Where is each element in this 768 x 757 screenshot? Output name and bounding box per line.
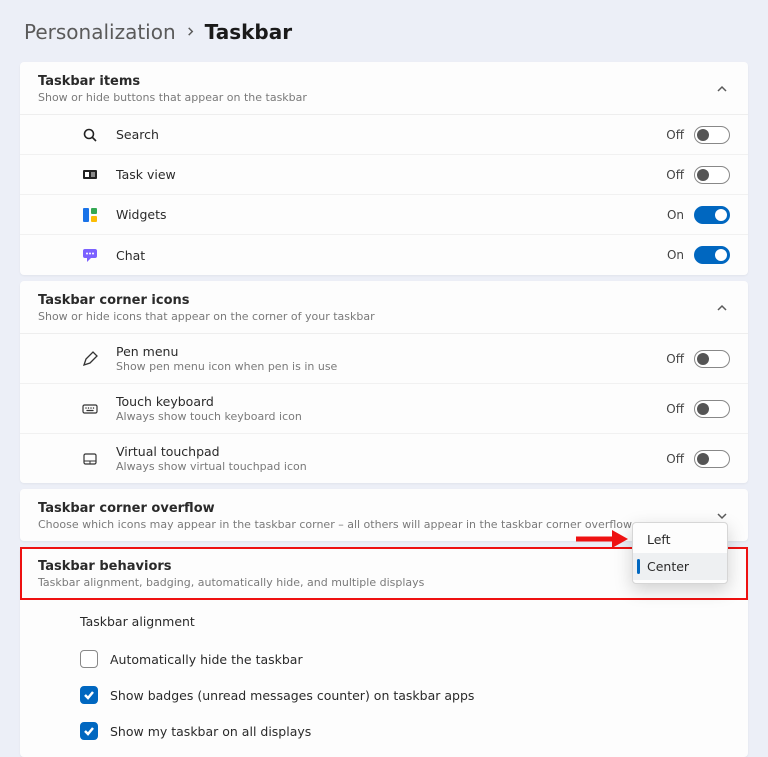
checkbox-label: Show my taskbar on all displays [110,724,311,739]
row-all-displays: Show my taskbar on all displays [20,713,748,749]
section-corner-icons: Taskbar corner icons Show or hide icons … [20,281,748,483]
taskview-icon [80,167,100,183]
item-search: Search Off [20,115,748,155]
section-title: Taskbar corner icons [38,293,714,308]
alignment-dropdown[interactable]: Left Center [632,522,728,584]
item-pen-menu: Pen menu Show pen menu icon when pen is … [20,334,748,384]
breadcrumb-parent[interactable]: Personalization [24,20,176,44]
search-icon [80,127,100,143]
keyboard-icon [80,401,100,417]
checkbox-label: Show badges (unread messages counter) on… [110,688,474,703]
toggle-taskview[interactable] [694,166,730,184]
toggle-state-text: Off [666,128,684,142]
section-title: Taskbar items [38,74,714,89]
item-sublabel: Always show touch keyboard icon [116,410,666,423]
alignment-option-center[interactable]: Center [633,553,727,580]
checkbox-badges[interactable] [80,686,98,704]
row-autohide: Automatically hide the taskbar [20,641,748,677]
page-title: Taskbar [205,20,292,44]
toggle-widgets[interactable] [694,206,730,224]
section-subtitle: Show or hide icons that appear on the co… [38,310,714,323]
checkbox-all-displays[interactable] [80,722,98,740]
checkbox-label: Automatically hide the taskbar [110,652,303,667]
toggle-pen[interactable] [694,350,730,368]
chevron-right-icon [186,24,195,40]
item-label: Pen menu [116,344,666,359]
section-title: Taskbar behaviors [38,559,714,574]
toggle-state-text: Off [666,352,684,366]
section-subtitle: Taskbar alignment, badging, automaticall… [38,576,714,589]
item-widgets: Widgets On [20,195,748,235]
toggle-state-text: Off [666,402,684,416]
item-taskview: Task view Off [20,155,748,195]
section-subtitle: Show or hide buttons that appear on the … [38,91,714,104]
item-label: Search [116,127,666,142]
alignment-option-left[interactable]: Left [633,526,727,553]
toggle-chat[interactable] [694,246,730,264]
toggle-state-text: Off [666,452,684,466]
section-title: Taskbar corner overflow [38,501,714,516]
pen-icon [80,351,100,367]
toggle-state-text: On [667,208,684,222]
section-subtitle: Choose which icons may appear in the tas… [38,518,714,531]
section-header-taskbar-items[interactable]: Taskbar items Show or hide buttons that … [20,62,748,115]
alignment-label: Taskbar alignment [80,614,195,629]
item-label: Virtual touchpad [116,444,666,459]
toggle-touchpad[interactable] [694,450,730,468]
section-header-corner-icons[interactable]: Taskbar corner icons Show or hide icons … [20,281,748,334]
row-taskbar-alignment: Taskbar alignment [20,600,748,641]
item-label: Touch keyboard [116,394,666,409]
item-label: Task view [116,167,666,182]
toggle-state-text: Off [666,168,684,182]
item-chat: Chat On [20,235,748,275]
item-touch-keyboard: Touch keyboard Always show touch keyboar… [20,384,748,434]
widgets-icon [80,207,100,223]
section-taskbar-items: Taskbar items Show or hide buttons that … [20,62,748,275]
toggle-state-text: On [667,248,684,262]
item-sublabel: Always show virtual touchpad icon [116,460,666,473]
item-sublabel: Show pen menu icon when pen is in use [116,360,666,373]
chat-icon [80,247,100,263]
item-label: Chat [116,248,667,263]
item-label: Widgets [116,207,667,222]
chevron-up-icon [714,81,730,97]
item-virtual-touchpad: Virtual touchpad Always show virtual tou… [20,434,748,483]
touchpad-icon [80,451,100,467]
checkbox-autohide[interactable] [80,650,98,668]
chevron-up-icon [714,300,730,316]
toggle-keyboard[interactable] [694,400,730,418]
row-badges: Show badges (unread messages counter) on… [20,677,748,713]
breadcrumb: Personalization Taskbar [20,20,748,44]
toggle-search[interactable] [694,126,730,144]
